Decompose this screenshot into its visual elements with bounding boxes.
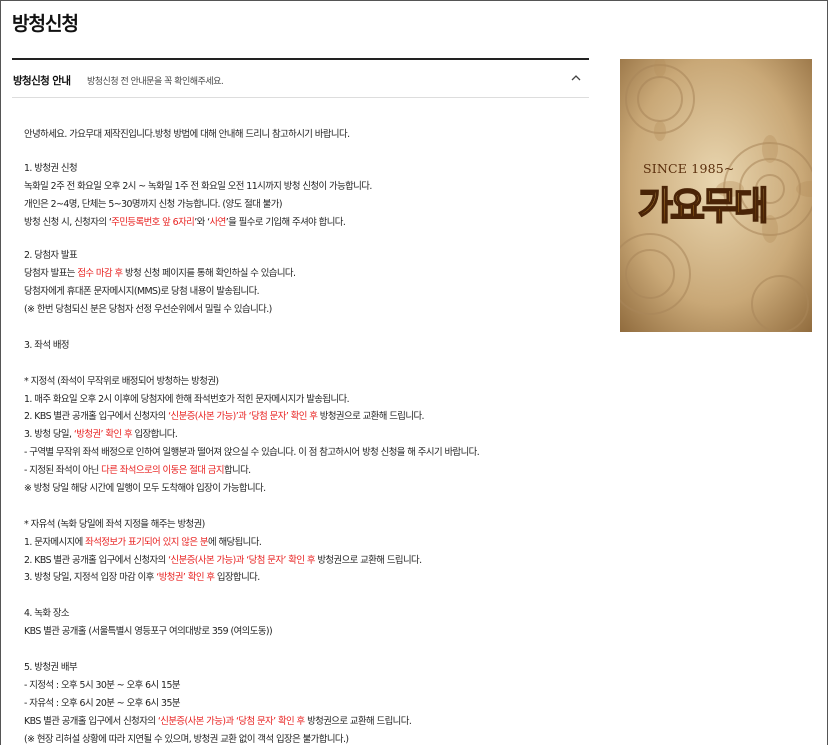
notice-accordion-header[interactable]: 방청신청 안내 방청신청 전 안내문을 꼭 확인해주세요. bbox=[12, 60, 589, 98]
text-line: 개인은 2~4명, 단체는 5~30명까지 신청 가능합니다. (양도 절대 불… bbox=[24, 198, 282, 210]
text-line: (※ 한번 당첨되신 분은 당첨자 선정 우선순위에서 밀릴 수 있습니다.) bbox=[24, 304, 272, 316]
program-poster-image: SINCE 1985~ 가요무대 bbox=[620, 59, 812, 332]
notice-subtitle: 방청신청 전 안내문을 꼭 확인해주세요. bbox=[87, 77, 224, 87]
text-line: 당첨자 발표는 접수 마감 후 방청 신청 페이지를 통해 확인하실 수 있습니… bbox=[24, 268, 296, 280]
section-heading: 4. 녹화 장소 bbox=[24, 608, 70, 620]
text-line: 방청 신청 시, 신청자의 ‘주민등록번호 앞 6자리’와 ‘사연’을 필수로 … bbox=[24, 216, 346, 228]
text-line: 녹화일 2주 전 화요일 오후 2시 ~ 녹화일 1주 전 화요일 오전 11시… bbox=[24, 180, 372, 192]
chevron-up-icon[interactable] bbox=[569, 71, 583, 85]
text-line: 3. 방청 당일, 지정석 입장 마감 이후 ‘방청권’ 확인 후 입장합니다. bbox=[24, 572, 260, 584]
text-line: 3. 방청 당일, ‘방청권’ 확인 후 입장합니다. bbox=[24, 429, 178, 441]
section-heading: 3. 좌석 배정 bbox=[24, 339, 70, 351]
section-heading: 1. 방청권 신청 bbox=[24, 162, 78, 174]
text-line: 1. 매주 화요일 오후 2시 이후에 당첨자에 한해 좌석번호가 적힌 문자메… bbox=[24, 393, 350, 405]
text-line: (※ 현장 리허설 상황에 따라 지연될 수 있으며, 방청권 교환 없이 객석… bbox=[24, 733, 349, 745]
section-heading: 5. 방청권 배부 bbox=[24, 661, 78, 673]
text-line: KBS 별관 공개홀 입구에서 신청자의 ‘신분증(사본 가능)과 ‘당첨 문자… bbox=[24, 715, 412, 727]
poster-logo-text: 가요무대 bbox=[638, 184, 766, 228]
poster-since-text: SINCE 1985~ bbox=[643, 161, 735, 176]
subsection-heading: * 자유석 (녹화 당일에 좌석 지정을 해주는 방청권) bbox=[24, 518, 205, 530]
text-line: 2. KBS 별관 공개홀 입구에서 신청자의 ‘신분증(사본 가능)과 ‘당첨… bbox=[24, 554, 422, 566]
intro-text: 안녕하세요. 가요무대 제작진입니다.방청 방법에 대해 안내해 드리니 참고하… bbox=[24, 129, 350, 140]
subsection-heading: * 지정석 (좌석이 무작위로 배정되어 방청하는 방청권) bbox=[24, 375, 219, 387]
text-line: 1. 문자메시지에 좌석정보가 표기되어 있지 않은 분에 해당됩니다. bbox=[24, 536, 262, 548]
text-line: ※ 방청 당일 해당 시간에 일행이 모두 도착해야 입장이 가능합니다. bbox=[24, 483, 266, 495]
notice-title: 방청신청 안내 bbox=[13, 75, 71, 87]
section-heading: 2. 당첨자 발표 bbox=[24, 250, 78, 262]
text-line: - 지정된 좌석이 아닌 다른 좌석으로의 이동은 절대 금지합니다. bbox=[24, 465, 251, 477]
text-line: - 구역별 무작위 좌석 배정으로 인하여 일행분과 떨어져 앉으실 수 있습니… bbox=[24, 447, 480, 459]
text-line: 당첨자에게 휴대폰 문자메시지(MMS)로 당첨 내용이 발송됩니다. bbox=[24, 286, 260, 298]
text-line: - 지정석 : 오후 5시 30분 ~ 오후 6시 15분 bbox=[24, 679, 180, 691]
text-line: 2. KBS 별관 공개홀 입구에서 신청자의 ‘신분증(사본 가능)’과 ‘당… bbox=[24, 411, 425, 423]
page-title: 방청신청 bbox=[12, 13, 79, 35]
text-line: - 자유석 : 오후 6시 20분 ~ 오후 6시 35분 bbox=[24, 697, 180, 709]
notice-body: 안녕하세요. 가요무대 제작진입니다.방청 방법에 대해 안내해 드리니 참고하… bbox=[24, 126, 594, 745]
text-line: KBS 별관 공개홀 (서울특별시 영등포구 여의대방로 359 (여의도동)) bbox=[24, 626, 273, 638]
